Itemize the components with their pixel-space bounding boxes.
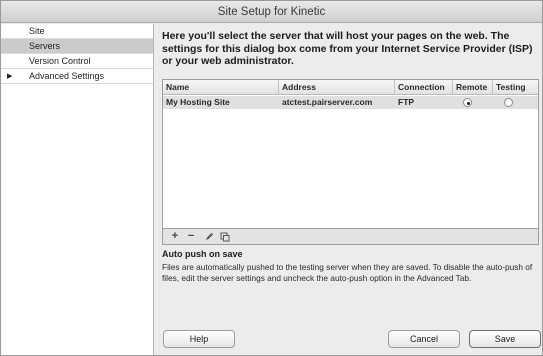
table-header: Name Address Connection Remote Testing	[163, 80, 538, 95]
minus-icon[interactable]: −	[185, 229, 197, 244]
main-panel: Here you'll select the server that will …	[155, 24, 542, 355]
cell-connection: FTP	[398, 97, 415, 107]
intro-text: Here you'll select the server that will …	[162, 30, 533, 67]
table-toolbar: + −	[162, 229, 539, 245]
sidebar-item-label: Site	[29, 26, 45, 36]
save-button[interactable]: Save	[469, 330, 541, 348]
auto-push-title: Auto push on save	[162, 249, 243, 259]
sidebar-item-servers[interactable]: Servers	[1, 39, 153, 54]
column-header-address[interactable]: Address	[279, 80, 395, 95]
cell-address: atctest.pairserver.com	[282, 97, 373, 107]
sidebar-item-site[interactable]: Site	[1, 24, 153, 39]
sidebar-item-label: Advanced Settings	[29, 71, 105, 81]
column-header-name[interactable]: Name	[163, 80, 279, 95]
pencil-icon[interactable]	[203, 229, 215, 244]
duplicate-icon[interactable]	[219, 229, 231, 244]
plus-icon[interactable]: +	[169, 229, 181, 244]
column-header-testing[interactable]: Testing	[493, 80, 538, 95]
cell-name: My Hosting Site	[166, 97, 230, 107]
sidebar-item-label: Version Control	[29, 56, 91, 66]
site-setup-dialog: Site Setup for Kinetic Site Servers Vers…	[0, 0, 543, 356]
sidebar-item-version-control[interactable]: Version Control	[1, 54, 153, 69]
cancel-button[interactable]: Cancel	[388, 330, 460, 348]
remote-radio[interactable]	[463, 98, 472, 107]
testing-radio[interactable]	[504, 98, 513, 107]
window-title: Site Setup for Kinetic	[1, 1, 542, 23]
sidebar-item-label: Servers	[29, 41, 61, 51]
column-header-connection[interactable]: Connection	[395, 80, 453, 95]
auto-push-description: Files are automatically pushed to the te…	[162, 262, 533, 283]
sidebar: Site Servers Version Control ▶ Advanced …	[1, 24, 154, 355]
disclosure-triangle-icon[interactable]: ▶	[7, 69, 12, 84]
sidebar-item-advanced-settings[interactable]: ▶ Advanced Settings	[1, 69, 153, 84]
column-header-remote[interactable]: Remote	[453, 80, 493, 95]
help-button[interactable]: Help	[163, 330, 235, 348]
server-table: Name Address Connection Remote Testing M…	[162, 79, 539, 229]
table-row[interactable]: My Hosting Site atctest.pairserver.com F…	[163, 96, 538, 109]
